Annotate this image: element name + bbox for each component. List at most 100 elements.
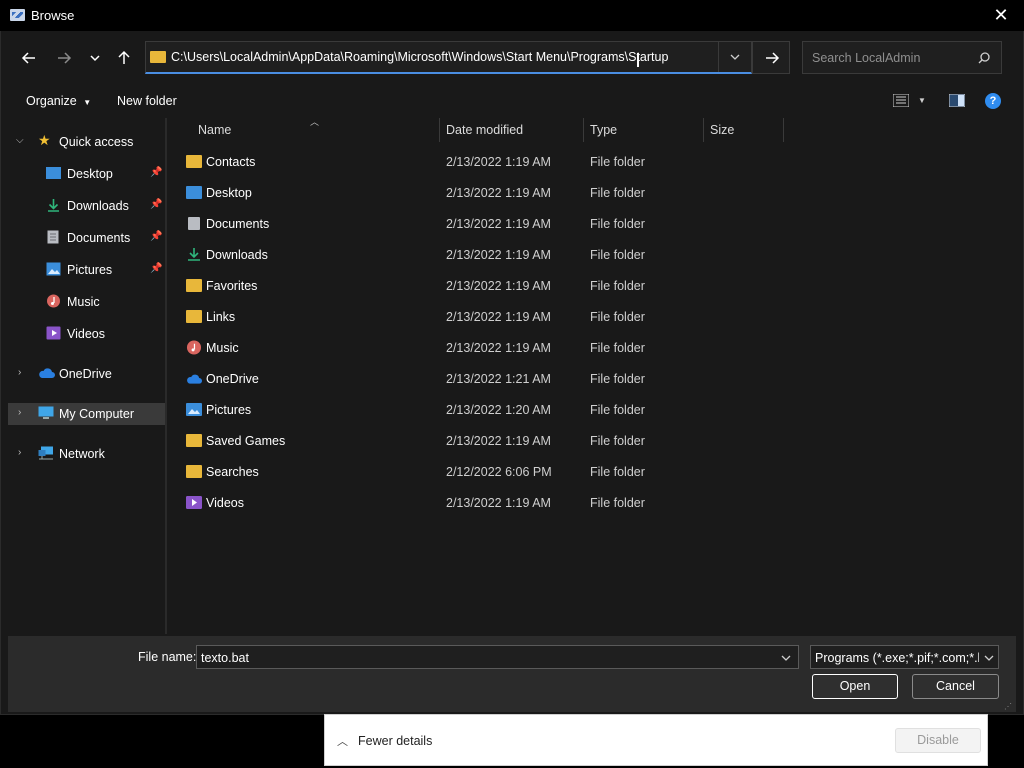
file-name: Contacts [206, 155, 256, 169]
column-header-name[interactable]: Name [198, 123, 231, 137]
table-row[interactable]: Links 2/13/2022 1:19 AM File folder [175, 301, 785, 332]
address-bar[interactable]: C:\Users\LocalAdmin\AppData\Roaming\Micr… [145, 41, 752, 74]
file-date: 2/13/2022 1:20 AM [446, 403, 551, 417]
videos-icon [46, 326, 61, 340]
help-icon[interactable]: ? [985, 93, 1001, 109]
column-divider[interactable] [703, 118, 704, 142]
music-icon [47, 294, 60, 308]
file-name: Searches [206, 465, 259, 479]
chevron-up-icon[interactable]: ︿ [337, 733, 348, 749]
up-button[interactable] [110, 44, 138, 72]
nav-item-quick-access[interactable]: ⌵ ★ Quick access [8, 131, 165, 153]
view-details-icon[interactable] [893, 94, 909, 107]
file-date: 2/12/2022 6:06 PM [446, 465, 552, 479]
resize-grip-icon[interactable]: ⋰ [1004, 702, 1012, 711]
chevron-down-icon[interactable]: ⌵ [16, 135, 24, 146]
close-icon[interactable]: ✕ [986, 2, 1016, 28]
folder-icon [186, 434, 202, 447]
column-divider[interactable] [439, 118, 440, 142]
nav-item-label: Documents [67, 231, 131, 245]
table-row[interactable]: Videos 2/13/2022 1:19 AM File folder [175, 487, 785, 518]
nav-item-desktop[interactable]: Desktop 📌 [8, 163, 165, 185]
file-type: File folder [590, 341, 645, 355]
column-divider[interactable] [583, 118, 584, 142]
nav-item-videos[interactable]: Videos [8, 323, 165, 345]
file-name-value[interactable]: texto.bat [201, 651, 249, 665]
table-row[interactable]: Searches 2/12/2022 6:06 PM File folder [175, 456, 785, 487]
app-icon [10, 9, 25, 21]
file-name: Desktop [206, 186, 252, 200]
star-icon: ★ [38, 132, 51, 148]
file-date: 2/13/2022 1:19 AM [446, 217, 551, 231]
file-name: Pictures [206, 403, 252, 417]
table-row[interactable]: Saved Games 2/13/2022 1:19 AM File folde… [175, 425, 785, 456]
chevron-right-icon[interactable]: › [18, 447, 21, 458]
file-type: File folder [590, 310, 645, 324]
nav-item-downloads[interactable]: Downloads 📌 [8, 195, 165, 217]
nav-item-onedrive[interactable]: › OneDrive [8, 363, 165, 385]
cancel-button[interactable]: Cancel [912, 674, 999, 699]
file-type-filter-select[interactable]: Programs (*.exe;*.pif;*.com;*.bat;*.cmd) [810, 645, 999, 669]
pane-divider[interactable] [165, 118, 167, 634]
column-headers: Name Date modified Type Size [175, 118, 785, 142]
open-button[interactable]: Open [812, 674, 898, 699]
table-row[interactable]: Music 2/13/2022 1:19 AM File folder [175, 332, 785, 363]
table-row[interactable]: Desktop 2/13/2022 1:19 AM File folder [175, 177, 785, 208]
chevron-down-icon[interactable] [780, 652, 792, 664]
nav-item-my-computer[interactable]: › My Computer [8, 403, 165, 425]
file-name-input[interactable]: texto.bat [196, 645, 799, 669]
file-date: 2/13/2022 1:19 AM [446, 279, 551, 293]
desktop-icon [186, 186, 202, 199]
table-row[interactable]: Favorites 2/13/2022 1:19 AM File folder [175, 270, 785, 301]
disable-button[interactable]: Disable [895, 728, 981, 753]
pictures-icon [186, 403, 202, 416]
table-row[interactable]: Pictures 2/13/2022 1:20 AM File folder [175, 394, 785, 425]
go-button[interactable] [752, 41, 790, 74]
nav-item-label: Network [59, 447, 105, 461]
file-type: File folder [590, 248, 645, 262]
view-dropdown-icon[interactable]: ▼ [918, 96, 926, 105]
fewer-details-toggle[interactable]: Fewer details [358, 734, 432, 748]
recent-locations-button[interactable] [81, 44, 109, 72]
address-dropdown-button[interactable] [718, 42, 752, 72]
table-row[interactable]: OneDrive 2/13/2022 1:21 AM File folder [175, 363, 785, 394]
table-row[interactable]: Contacts 2/13/2022 1:19 AM File folder [175, 146, 785, 177]
pin-icon: 📌 [150, 167, 163, 178]
arrow-left-icon [21, 52, 35, 64]
column-header-date[interactable]: Date modified [446, 123, 523, 137]
new-folder-button[interactable]: New folder [117, 94, 177, 108]
file-type: File folder [590, 496, 645, 510]
folder-icon [186, 155, 202, 168]
back-button[interactable] [15, 44, 43, 72]
nav-item-pictures[interactable]: Pictures 📌 [8, 259, 165, 281]
file-type: File folder [590, 279, 645, 293]
folder-icon [186, 465, 202, 478]
nav-item-label: Music [67, 295, 100, 309]
address-path[interactable]: C:\Users\LocalAdmin\AppData\Roaming\Micr… [171, 50, 668, 64]
file-name: Saved Games [206, 434, 286, 448]
column-header-size[interactable]: Size [710, 123, 734, 137]
table-row[interactable]: Documents 2/13/2022 1:19 AM File folder [175, 208, 785, 239]
search-input[interactable]: Search LocalAdmin [802, 41, 1002, 74]
chevron-down-icon[interactable] [983, 652, 995, 664]
table-row[interactable]: Downloads 2/13/2022 1:19 AM File folder [175, 239, 785, 270]
forward-button[interactable] [50, 44, 78, 72]
organize-button[interactable]: Organize ▼ [26, 94, 91, 108]
nav-item-label: Pictures [67, 263, 113, 277]
nav-item-music[interactable]: Music [8, 291, 165, 313]
file-type: File folder [590, 217, 645, 231]
column-header-type[interactable]: Type [590, 123, 617, 137]
computer-icon [38, 406, 54, 419]
music-icon [186, 340, 202, 355]
nav-tree: ⌵ ★ Quick access Desktop 📌 Downloads 📌 D… [8, 118, 165, 634]
column-divider[interactable] [783, 118, 784, 142]
file-name: Documents [206, 217, 270, 231]
chevron-right-icon[interactable]: › [18, 407, 21, 418]
nav-item-network[interactable]: › Network [8, 443, 165, 465]
chevron-right-icon[interactable]: › [18, 367, 21, 378]
window-title: Browse [31, 8, 75, 23]
folder-icon [186, 310, 202, 323]
preview-pane-icon[interactable] [949, 94, 965, 107]
nav-item-label: Quick access [59, 135, 134, 149]
nav-item-documents[interactable]: Documents 📌 [8, 227, 165, 249]
